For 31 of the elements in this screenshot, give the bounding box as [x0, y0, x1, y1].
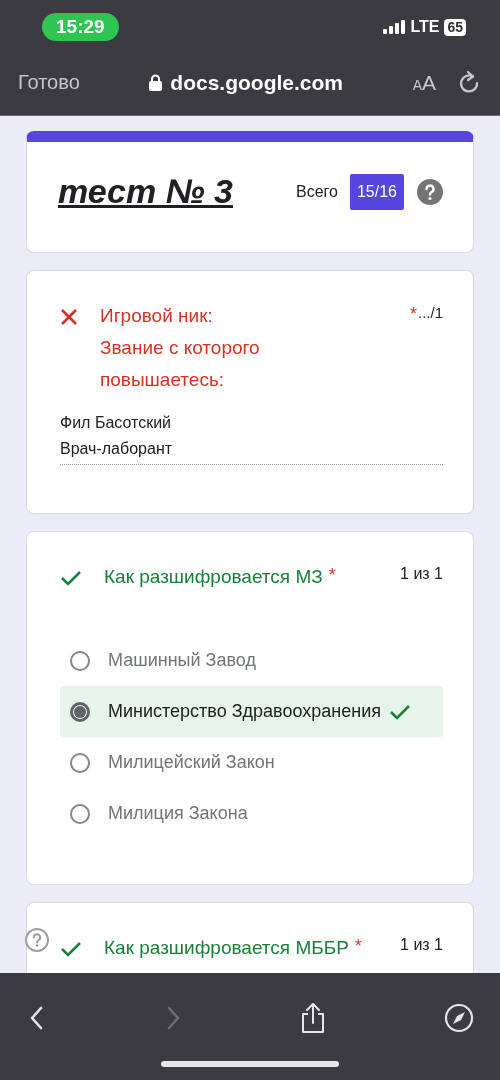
question-title: Как разшифровается МЗ — [104, 565, 323, 589]
option-label: Милицейский Закон — [108, 752, 275, 773]
option-label: Милиция Закона — [108, 803, 248, 824]
check-icon — [389, 702, 411, 721]
network-label: LTE — [410, 18, 440, 36]
battery-indicator: 65 — [444, 18, 466, 36]
answer-field: Фил Басотский Врач-лаборант — [60, 410, 443, 465]
score-badge: 15/16 — [349, 173, 404, 210]
required-mark: * — [409, 304, 417, 325]
total-label: Всего — [296, 182, 338, 201]
question-title: Игровой ник: Звание с которого повышаетесь: — [100, 304, 260, 392]
required-mark: * — [328, 565, 336, 586]
clock-time: 15:29 — [42, 13, 119, 41]
form-title: тест № 3 — [58, 172, 234, 211]
option-label: Машинный Завод — [108, 650, 256, 671]
lock-icon — [149, 74, 163, 91]
url-text[interactable]: docs.google.com — [170, 70, 344, 95]
points-label: 1 из 1 — [400, 936, 443, 954]
points-label: .../1 — [418, 304, 443, 321]
points-label: 1 из 1 — [400, 565, 443, 583]
reload-icon[interactable] — [458, 70, 480, 95]
required-mark: * — [354, 936, 362, 957]
done-button[interactable]: Готово — [18, 71, 80, 94]
compass-icon[interactable] — [444, 1003, 474, 1033]
option-label: Министерство Здравоохранения — [108, 701, 381, 722]
signal-icon — [383, 20, 406, 34]
help-icon[interactable] — [25, 928, 49, 952]
text-size-button[interactable]: AA — [412, 70, 436, 95]
help-icon[interactable] — [417, 178, 443, 205]
question-title: Как разшифровается МББР — [104, 936, 349, 960]
share-icon[interactable] — [300, 1003, 326, 1033]
